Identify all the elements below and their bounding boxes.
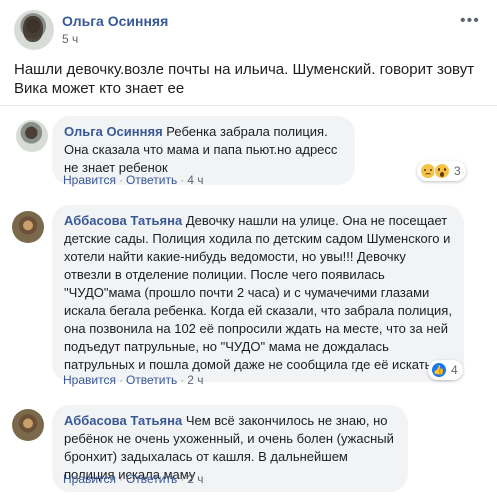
comment-timestamp[interactable]: 2 ч — [187, 472, 203, 486]
reactions-summary[interactable]: 3 — [417, 161, 466, 181]
separator-dot: · — [118, 173, 123, 187]
like-icon: 👍 — [431, 362, 447, 378]
comment-actions: Нравится · Ответить · 4 ч — [63, 173, 204, 187]
separator-dot: · — [180, 373, 185, 387]
separator-dot: · — [118, 472, 123, 486]
reaction-count: 4 — [451, 363, 458, 377]
wow-emoji-icon — [434, 163, 450, 179]
comment-actions: Нравится · Ответить · 2 ч — [63, 373, 204, 387]
separator-dot: · — [118, 373, 123, 387]
more-dots-icon[interactable]: ••• — [460, 12, 480, 30]
comment-author-name[interactable]: Ольга Осинняя — [64, 124, 163, 139]
reply-button[interactable]: Ответить — [126, 373, 177, 387]
reply-button[interactable]: Ответить — [126, 173, 177, 187]
post-author-name[interactable]: Ольга Осинняя — [62, 13, 168, 29]
avatar[interactable] — [12, 211, 44, 243]
comment-bubble: Аббасова Татьяна Девочку нашли на улице.… — [52, 205, 464, 382]
like-button[interactable]: Нравится — [63, 373, 116, 387]
avatar[interactable] — [12, 409, 44, 441]
comment-timestamp[interactable]: 2 ч — [187, 373, 203, 387]
comment-author-name[interactable]: Аббасова Татьяна — [64, 413, 182, 428]
comment-timestamp[interactable]: 4 ч — [187, 173, 203, 187]
comment-text: Девочку нашли на улице. Она не посещает … — [64, 213, 452, 372]
divider — [0, 105, 497, 106]
avatar[interactable] — [14, 10, 54, 50]
reaction-count: 3 — [454, 164, 461, 178]
avatar[interactable] — [16, 120, 48, 152]
like-button[interactable]: Нравится — [63, 472, 116, 486]
separator-dot: · — [180, 472, 185, 486]
separator-dot: · — [180, 173, 185, 187]
comment-actions: Нравится · Ответить · 2 ч — [63, 472, 204, 486]
reply-button[interactable]: Ответить — [126, 472, 177, 486]
comment-author-name[interactable]: Аббасова Татьяна — [64, 213, 182, 228]
post-body-text: Нашли девочку.возле почты на ильича. Шум… — [14, 61, 475, 97]
reactions-summary[interactable]: 👍 4 — [428, 360, 463, 380]
post-timestamp[interactable]: 5 ч — [62, 32, 78, 46]
like-button[interactable]: Нравится — [63, 173, 116, 187]
